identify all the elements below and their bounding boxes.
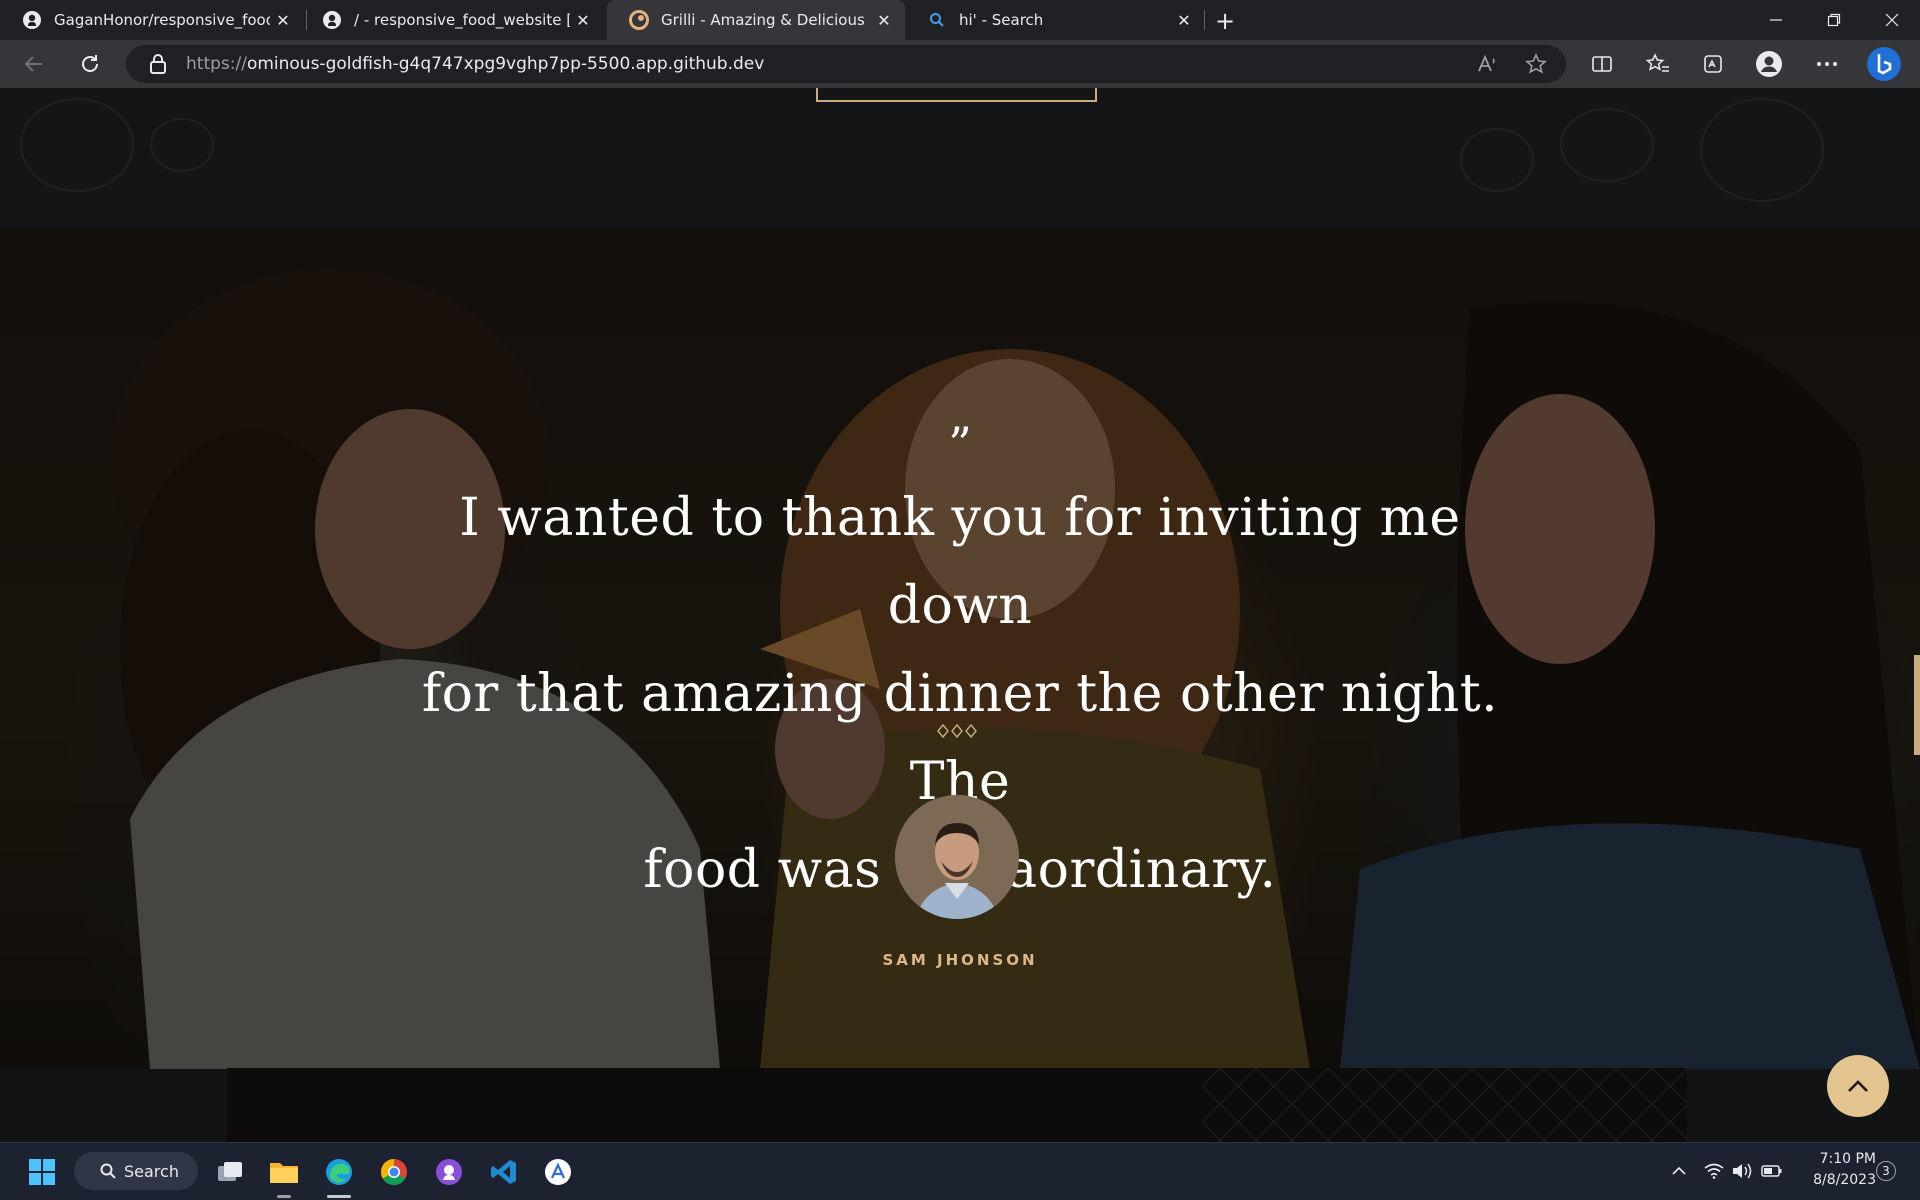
active-indicator [327,1195,351,1198]
close-tab-icon[interactable]: ✕ [270,7,296,33]
diamond-separator-icon [937,723,977,739]
favorites-icon[interactable] [1644,50,1672,78]
button-outline[interactable] [816,88,1097,102]
system-clock[interactable]: 7:10 PM 8/8/2023 [1790,1149,1876,1191]
search-label: Search [124,1161,179,1181]
close-window-icon[interactable] [1864,0,1920,40]
doodle-shape [1460,128,1534,192]
page-viewport: ” I wanted to thank you for inviting me … [0,88,1920,1142]
doodle-shape [1560,108,1654,182]
minimize-icon[interactable] [1748,0,1804,40]
url-text[interactable]: https://ominous-goldfish-g4q747xpg9vghp7… [186,52,764,76]
footer-panel [227,1068,1687,1142]
vscode-icon[interactable] [484,1153,524,1191]
task-view-icon[interactable] [210,1153,250,1191]
battery-icon[interactable] [1760,1157,1784,1185]
close-tab-icon[interactable]: ✕ [871,7,897,33]
github-icon [22,10,42,30]
chevron-up-icon [1848,1080,1868,1092]
notification-badge[interactable]: 3 [1876,1161,1896,1181]
split-screen-icon[interactable] [1588,50,1616,78]
doodle-shape [20,98,134,192]
tab-bing-search[interactable]: hi' - Search ✕ [905,0,1205,40]
favorite-star-icon[interactable] [1522,50,1550,78]
file-explorer-icon[interactable] [264,1153,304,1191]
doodle-shape [1700,98,1824,202]
wifi-icon[interactable] [1702,1157,1726,1185]
clock-time: 7:10 PM [1819,1151,1876,1167]
windows-taskbar: Search 7:10 PM 8/8/2023 3 [0,1142,1920,1200]
quote-line: I wanted to thank you for inviting me do… [459,488,1461,636]
author-name: SAM JHONSON [882,951,1038,969]
profile-avatar-icon[interactable] [1755,50,1783,78]
bing-copilot-icon[interactable] [1866,46,1902,82]
close-tab-icon[interactable]: ✕ [570,7,596,33]
doodle-shape [150,118,214,172]
site-favicon [629,10,649,30]
restore-icon[interactable] [1806,0,1862,40]
volume-icon[interactable] [1730,1157,1754,1185]
lock-icon[interactable] [148,52,168,76]
tab-title: Grilli - Amazing & Delicious Food [661,11,871,29]
tab-title: / - responsive_food_website [Coc [354,11,570,29]
tab-divider [1204,10,1205,30]
clock-date: 8/8/2023 [1813,1172,1876,1188]
tab-grilli-active[interactable]: Grilli - Amazing & Delicious Food ✕ [607,0,905,40]
windows-start-icon[interactable] [22,1153,62,1191]
tab-title: GaganHonor/responsive_food_w [54,11,270,29]
read-aloud-icon[interactable] [1473,50,1501,78]
running-indicator [277,1195,291,1198]
bing-search-icon [927,10,947,30]
taskbar-search[interactable]: Search [74,1152,198,1190]
edge-browser-icon[interactable] [319,1153,359,1191]
close-tab-icon[interactable]: ✕ [1171,7,1197,33]
app-store-icon[interactable] [538,1153,578,1191]
collections-icon[interactable] [1699,50,1727,78]
url-host: ominous-goldfish-g4q747xpg9vghp7pp-5500.… [246,54,765,74]
github-icon [322,10,342,30]
refresh-icon[interactable] [74,48,106,80]
tab-codespace[interactable]: / - responsive_food_website [Coc ✕ [300,0,604,40]
tab-title: hi' - Search [959,11,1044,29]
chrome-icon[interactable] [374,1153,414,1191]
quote-mark-icon: ” [948,417,972,471]
testimonial-section: ” I wanted to thank you for inviting me … [0,229,1920,1069]
url-scheme: https:// [186,54,247,74]
more-options-icon[interactable] [1813,50,1841,78]
back-to-top-button[interactable] [1827,1055,1889,1117]
doodle-background-section [0,88,1920,229]
new-tab-plus-icon[interactable]: + [1210,6,1240,36]
back-arrow-icon[interactable] [18,48,50,80]
chevron-up-icon[interactable] [1668,1157,1690,1185]
search-icon [100,1163,116,1179]
github-desktop-icon[interactable] [429,1153,469,1191]
browser-tab-bar: GaganHonor/responsive_food_w ✕ / - respo… [0,0,1920,40]
author-avatar [895,795,1019,919]
tab-github-repo[interactable]: GaganHonor/responsive_food_w ✕ [0,0,304,40]
pattern-decoration [1202,1068,1687,1142]
scrollbar-thumb[interactable] [1914,655,1920,755]
